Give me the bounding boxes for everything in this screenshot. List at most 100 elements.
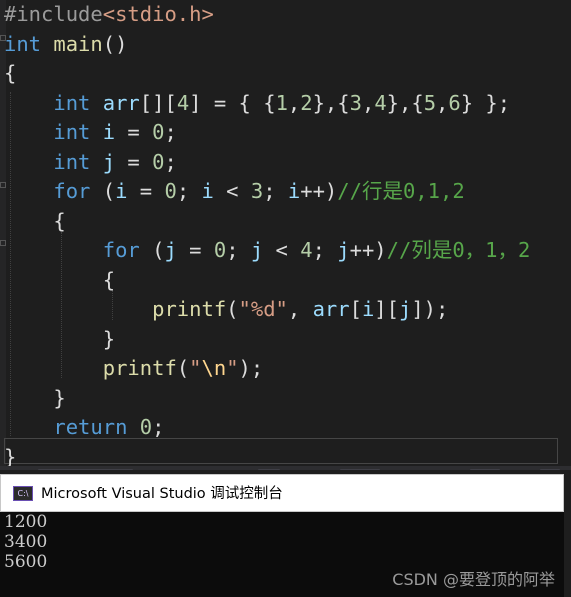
code-token: "%d"	[238, 297, 288, 321]
code-token: 3	[349, 90, 362, 115]
code-token: }	[102, 326, 116, 351]
code-token: [	[349, 297, 362, 321]
watermark: CSDN @要登顶的阿举	[392, 570, 555, 589]
code-token: {	[102, 267, 116, 292]
code-line: printf("\n");	[4, 354, 263, 383]
code-token: arr	[102, 90, 140, 115]
code-token: ;	[152, 415, 165, 439]
code-token: ++)	[349, 238, 387, 262]
code-token: } };	[460, 90, 511, 115]
code-token: 0	[213, 238, 227, 262]
code-token: //行是0,1,2	[337, 179, 465, 203]
code-token: ;	[263, 179, 288, 203]
code-token: int	[4, 31, 42, 56]
code-token: {	[53, 208, 66, 233]
code-line: {	[4, 59, 16, 88]
code-token: return	[53, 415, 128, 439]
code-token: ,	[287, 297, 313, 321]
code-line: for (j = 0; j < 4; j++)//列是0，1，2	[4, 236, 531, 265]
code-token: int	[53, 120, 91, 144]
code-token: (	[226, 297, 239, 321]
code-line: int main()	[4, 30, 127, 59]
code-token: 3	[250, 179, 264, 203]
editor-status-strip	[0, 466, 571, 470]
code-token: },{	[386, 90, 424, 115]
code-token: 0	[139, 415, 153, 439]
code-token: ;	[164, 120, 177, 144]
code-token: i	[361, 297, 375, 321]
code-token: <	[213, 179, 251, 203]
code-token: ]);	[411, 297, 449, 321]
code-token: =	[115, 149, 153, 174]
code-token: ,	[436, 90, 449, 115]
code-token: 1	[275, 90, 288, 115]
code-token: i	[201, 179, 214, 203]
code-line: }	[4, 384, 65, 413]
code-line: return 0;	[4, 413, 164, 442]
console-edge	[564, 474, 571, 597]
code-token: j	[398, 297, 412, 321]
code-line: int arr[][4] = { {1,2},{3,4},{5,6} };	[4, 89, 510, 118]
code-token: ][	[374, 297, 399, 321]
code-token: printf	[102, 356, 177, 380]
code-token: <stdio.h>	[102, 2, 214, 26]
code-token: \n	[201, 356, 227, 380]
code-line: #include<stdio.h>	[4, 0, 214, 29]
code-token: 4	[374, 90, 387, 115]
code-token: (	[139, 238, 165, 262]
console-title: Microsoft Visual Studio 调试控制台	[41, 486, 283, 502]
code-token: i	[115, 179, 128, 203]
code-token: =	[115, 120, 153, 144]
code-token: },{	[312, 90, 350, 115]
code-token: 4	[300, 238, 313, 262]
code-token: ,	[287, 90, 301, 115]
console-titlebar[interactable]: C:\ Microsoft Visual Studio 调试控制台	[0, 474, 564, 512]
code-token: [][	[139, 90, 177, 115]
code-token: 2	[300, 90, 313, 115]
code-line: int i = 0;	[4, 118, 177, 147]
code-token: j	[164, 238, 177, 262]
code-token: ] = { {	[189, 90, 276, 115]
code-token: <	[263, 238, 301, 262]
code-token: j	[250, 238, 264, 262]
code-token: {	[4, 61, 17, 85]
console-output-line: 3400	[4, 532, 48, 552]
code-token: (	[90, 179, 116, 203]
code-token: 5	[423, 90, 437, 115]
code-token: i	[102, 120, 116, 144]
code-token: );	[238, 356, 264, 380]
code-token: //列是0，1，2	[386, 238, 531, 262]
console-output-line: 1200	[4, 512, 48, 532]
console-output-line: 5600	[4, 552, 48, 572]
code-line: int j = 0;	[4, 148, 177, 177]
code-token: ;	[164, 149, 177, 174]
code-editor[interactable]: #include<stdio.h> int main(){ int arr[][4…	[0, 0, 571, 470]
code-token: i	[287, 179, 301, 203]
code-line: printf("%d", arr[i][j]);	[4, 295, 448, 324]
code-token: ,	[361, 90, 375, 115]
code-token: int	[53, 149, 91, 174]
code-token: "	[189, 356, 202, 380]
code-token: ;	[312, 238, 338, 262]
console-app-icon: C:\	[13, 486, 33, 501]
code-token: ;	[176, 179, 202, 203]
code-token: for	[102, 238, 140, 262]
code-token: ++)	[300, 179, 338, 203]
code-token: 0	[152, 149, 165, 174]
code-token: arr	[312, 297, 350, 321]
